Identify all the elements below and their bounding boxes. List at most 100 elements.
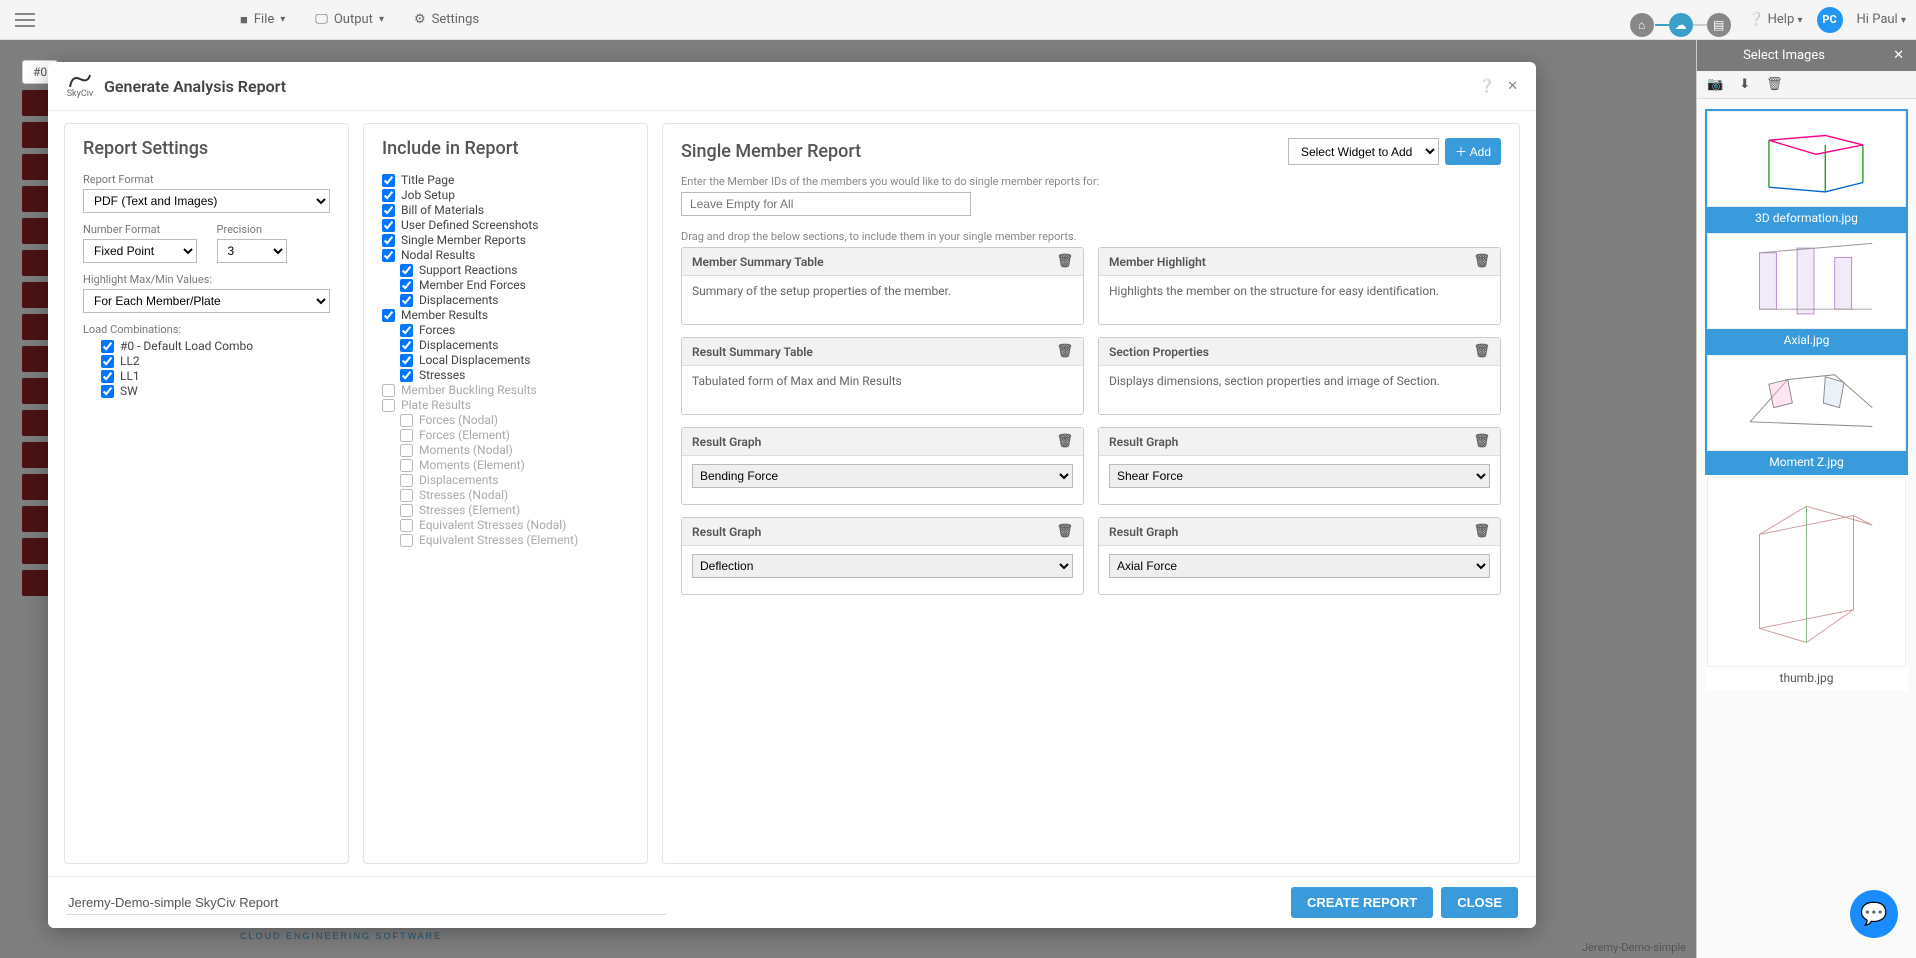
widget-member-highlight[interactable]: Member Highlight🗑 Highlights the member … [1098, 247, 1501, 325]
chk-member-results[interactable]: Member Results [382, 308, 629, 322]
image-thumb-1[interactable]: 3D deformation.jpg [1705, 109, 1908, 231]
single-member-panel: Single Member Report Select Widget to Ad… [662, 123, 1520, 864]
image-thumb-4[interactable]: thumb.jpg [1705, 475, 1908, 691]
member-id-label: Enter the Member IDs of the members you … [681, 175, 1501, 188]
chk-support-reactions[interactable]: Support Reactions [400, 263, 629, 277]
chk-forces-elem[interactable]: Forces (Element) [400, 428, 629, 442]
format-label: Report Format [83, 173, 330, 186]
solve-step-icon[interactable]: ☁ [1669, 13, 1693, 37]
add-widget-button[interactable]: ＋ Add [1445, 138, 1501, 165]
logo-icon: SkyCiv [66, 72, 94, 100]
trash-icon[interactable]: 🗑 [1766, 77, 1783, 92]
chk-eq-stresses-nodal[interactable]: Equivalent Stresses (Nodal) [400, 518, 629, 532]
trash-icon[interactable]: 🗑 [1473, 344, 1490, 359]
widget-graph-shear[interactable]: Result Graph🗑 Shear Force [1098, 427, 1501, 505]
chat-icon[interactable]: 💬 [1850, 890, 1898, 938]
image-thumb-3[interactable]: Moment Z.jpg [1705, 353, 1908, 475]
graph-select-bending[interactable]: Bending Force [692, 464, 1073, 488]
include-panel: Include in Report Title Page Job Setup B… [363, 123, 648, 864]
chk-bom[interactable]: Bill of Materials [382, 203, 629, 217]
graph-select-shear[interactable]: Shear Force [1109, 464, 1490, 488]
widget-member-summary[interactable]: Member Summary Table🗑 Summary of the set… [681, 247, 1084, 325]
trash-icon[interactable]: 🗑 [1473, 434, 1490, 449]
chk-stresses[interactable]: Stresses [400, 368, 629, 382]
graph-select-axial[interactable]: Axial Force [1109, 554, 1490, 578]
trash-icon[interactable]: 🗑 [1056, 524, 1073, 539]
number-format-label: Number Format [83, 223, 197, 236]
help-icon[interactable]: ❔ [1479, 79, 1495, 94]
topbar: ■ File ▾ 🖵 Output ▾ ⚙ Settings Model ⌂ S… [0, 0, 1916, 40]
report-name-input[interactable] [66, 891, 666, 915]
report-settings-panel: Report Settings Report Format PDF (Text … [64, 123, 349, 864]
user-menu[interactable]: Hi Paul ▾ [1857, 12, 1906, 27]
sidepanel-tools: 📷 ⬇ 🗑 [1697, 71, 1916, 99]
precision-select[interactable]: 3 [217, 239, 287, 263]
chk-stresses-elem[interactable]: Stresses (Element) [400, 503, 629, 517]
camera-icon[interactable]: 📷 [1707, 77, 1723, 92]
format-select[interactable]: PDF (Text and Images) [83, 189, 330, 213]
trash-icon[interactable]: 🗑 [1473, 254, 1490, 269]
chk-nodal[interactable]: Nodal Results [382, 248, 629, 262]
file-menu[interactable]: ■ File ▾ [240, 12, 285, 28]
trash-icon[interactable]: 🗑 [1473, 524, 1490, 539]
widget-graph-axial[interactable]: Result Graph🗑 Axial Force [1098, 517, 1501, 595]
modal-header: SkyCiv Generate Analysis Report ❔ ✕ [48, 62, 1536, 111]
menu-icon[interactable] [10, 5, 40, 35]
graph-select-deflection[interactable]: Deflection [692, 554, 1073, 578]
chk-stresses-nodal[interactable]: Stresses (Nodal) [400, 488, 629, 502]
trash-icon[interactable]: 🗑 [1056, 434, 1073, 449]
chk-moments-nodal[interactable]: Moments (Nodal) [400, 443, 629, 457]
avatar[interactable]: PC [1817, 7, 1843, 33]
include-heading: Include in Report [382, 138, 629, 159]
trash-icon[interactable]: 🗑 [1056, 344, 1073, 359]
top-menu: ■ File ▾ 🖵 Output ▾ ⚙ Settings [240, 12, 479, 28]
lc-3[interactable]: SW [101, 384, 330, 398]
design-step-icon[interactable]: ▤ [1707, 13, 1731, 37]
model-step-icon[interactable]: ⌂ [1630, 13, 1654, 37]
trash-icon[interactable]: 🗑 [1056, 254, 1073, 269]
chk-local-displacements[interactable]: Local Displacements [400, 353, 629, 367]
widget-graph-bending[interactable]: Result Graph🗑 Bending Force [681, 427, 1084, 505]
sidepanel-header: Select Images ✕ [1697, 40, 1916, 71]
chk-moments-elem[interactable]: Moments (Element) [400, 458, 629, 472]
create-report-button[interactable]: CREATE REPORT [1291, 887, 1433, 918]
lc-2[interactable]: LL1 [101, 369, 330, 383]
chk-eq-stresses-elem[interactable]: Equivalent Stresses (Element) [400, 533, 629, 547]
lc-1[interactable]: LL2 [101, 354, 330, 368]
image-thumb-2[interactable]: Axial.jpg [1705, 231, 1908, 353]
output-menu[interactable]: 🖵 Output ▾ [315, 12, 384, 28]
modal-title: Generate Analysis Report [104, 77, 286, 96]
select-images-panel: Select Images ✕ 📷 ⬇ 🗑 3D deformation.jpg… [1696, 40, 1916, 958]
widget-graph-deflection[interactable]: Result Graph🗑 Deflection [681, 517, 1084, 595]
highlight-select[interactable]: For Each Member/Plate [83, 289, 330, 313]
widget-result-summary[interactable]: Result Summary Table🗑 Tabulated form of … [681, 337, 1084, 415]
chk-mr-displacements[interactable]: Displacements [400, 338, 629, 352]
chk-job-setup[interactable]: Job Setup [382, 188, 629, 202]
settings-menu[interactable]: ⚙ Settings [414, 12, 479, 28]
chk-forces[interactable]: Forces [400, 323, 629, 337]
widget-section-properties[interactable]: Section Properties🗑 Displays dimensions,… [1098, 337, 1501, 415]
chk-title-page[interactable]: Title Page [382, 173, 629, 187]
chk-forces-nodal[interactable]: Forces (Nodal) [400, 413, 629, 427]
smr-heading: Single Member Report [681, 141, 861, 162]
chk-member-end-forces[interactable]: Member End Forces [400, 278, 629, 292]
chk-buckling[interactable]: Member Buckling Results [382, 383, 629, 397]
chk-nodal-displacements[interactable]: Displacements [400, 293, 629, 307]
chk-pl-displacements[interactable]: Displacements [400, 473, 629, 487]
download-icon[interactable]: ⬇ [1739, 77, 1750, 92]
number-format-select[interactable]: Fixed Point [83, 239, 197, 263]
close-icon[interactable]: ✕ [1893, 48, 1904, 63]
precision-label: Precision [217, 223, 331, 236]
modal-footer: CREATE REPORT CLOSE [48, 876, 1536, 928]
chk-smr[interactable]: Single Member Reports [382, 233, 629, 247]
close-icon[interactable]: ✕ [1507, 79, 1518, 94]
close-button[interactable]: CLOSE [1441, 887, 1518, 918]
help-menu[interactable]: ❔ Help ▾ [1748, 12, 1802, 27]
chk-plate[interactable]: Plate Results [382, 398, 629, 412]
report-settings-heading: Report Settings [83, 138, 330, 159]
dragdrop-hint: Drag and drop the below sections, to inc… [681, 230, 1501, 243]
widget-select[interactable]: Select Widget to Add [1288, 138, 1439, 165]
member-id-input[interactable] [681, 192, 971, 216]
chk-uds[interactable]: User Defined Screenshots [382, 218, 629, 232]
lc-0[interactable]: #0 - Default Load Combo [101, 339, 330, 353]
